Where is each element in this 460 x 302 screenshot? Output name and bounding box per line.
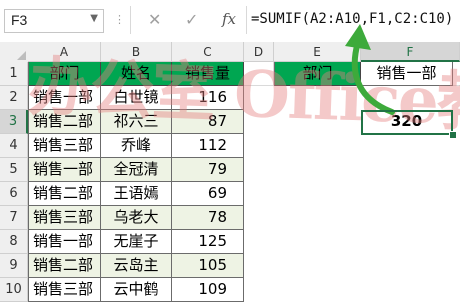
active-cell-border bbox=[361, 110, 453, 135]
fill-handle[interactable] bbox=[449, 131, 457, 139]
annotation-arrow-icon bbox=[345, 24, 395, 115]
